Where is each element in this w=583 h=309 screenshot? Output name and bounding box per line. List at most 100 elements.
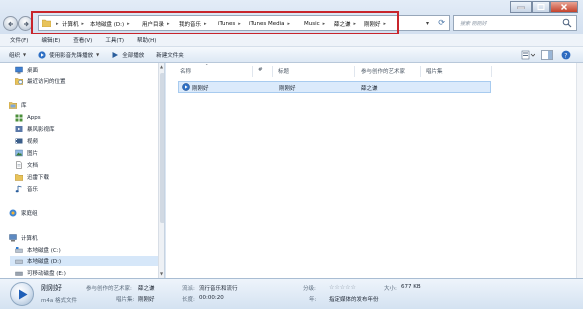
column-divider	[252, 66, 253, 77]
column-header-title[interactable]: 标题	[278, 67, 289, 75]
minimize-button[interactable]	[510, 1, 532, 13]
audio-file-icon	[182, 83, 190, 91]
sidebar-item-homegroup[interactable]: 家庭组	[9, 208, 38, 218]
details-length: 00:00:20	[199, 295, 224, 301]
recent-places-icon	[15, 78, 23, 85]
documents-icon	[16, 161, 22, 169]
play-all-button[interactable]: 全部播放	[111, 51, 144, 59]
sidebar-item-drive-d[interactable]: 本地磁盘 (D:)	[10, 256, 158, 266]
minimize-icon	[517, 6, 525, 9]
forward-arrow-icon	[24, 21, 29, 27]
sidebar-item-thunder-downloads[interactable]: 迅雷下载	[15, 172, 49, 182]
file-name: 刚刚好	[192, 86, 209, 92]
menu-help[interactable]: 帮助(H)	[137, 36, 156, 44]
desktop-icon	[15, 66, 23, 74]
column-divider	[272, 66, 273, 77]
back-button[interactable]	[3, 16, 18, 31]
table-row[interactable]: 刚刚好 刚刚好 薛之谦	[178, 81, 491, 93]
file-list: 名称 ⌃ # 标题 参与创作的艺术家 唱片集 刚刚好 刚刚好 薛之谦	[166, 63, 583, 278]
scroll-up-icon[interactable]: ▲	[160, 64, 163, 69]
details-length-label: 长度:	[182, 297, 195, 303]
sort-indicator-icon: ⌃	[205, 63, 209, 68]
search-input[interactable]: 搜索 刚刚好	[453, 15, 577, 31]
media-thumbnail	[10, 282, 34, 306]
music-icon	[15, 185, 22, 193]
scrollbar-thumb[interactable]	[160, 73, 164, 223]
column-header-artist[interactable]: 参与创作的艺术家	[361, 67, 405, 75]
play-icon	[19, 289, 28, 300]
refresh-icon[interactable]: ⟳	[438, 18, 445, 27]
title-bar: ▸ 计算机 ▸ 本地磁盘 (D:) ▸ 用户目录 ▸ 我的音乐 ▸ iTunes ▸ iT…	[0, 0, 583, 35]
address-highlight-box	[31, 11, 399, 35]
details-album: 刚刚好	[138, 297, 155, 303]
preview-pane-button[interactable]	[541, 50, 553, 60]
computer-icon	[9, 234, 17, 242]
new-folder-button[interactable]: 新建文件夹	[156, 51, 184, 59]
details-genre: 流行音乐和流行	[199, 286, 238, 292]
sidebar-item-recent-places[interactable]: 最近访问的位置	[15, 76, 66, 86]
column-divider	[420, 66, 421, 77]
menu-tools[interactable]: 工具(T)	[105, 36, 124, 44]
close-icon	[560, 3, 568, 11]
sidebar-item-drive-c[interactable]: 本地磁盘 (C:)	[15, 245, 61, 255]
sidebar-item-documents[interactable]: 文档	[15, 160, 38, 170]
details-genre-label: 流派:	[182, 286, 195, 292]
sidebar-item-libraries[interactable]: 库	[9, 100, 27, 110]
navigation-pane: 桌面 最近访问的位置 库 Apps 暴风影视库 视频 图片 文档 迅雷下载 音乐…	[0, 63, 165, 278]
svg-text:?: ?	[564, 52, 567, 59]
organize-label: 组织	[9, 52, 21, 59]
rating-stars[interactable]: ☆☆☆☆☆	[329, 284, 356, 291]
scroll-down-icon[interactable]: ▼	[160, 271, 163, 276]
details-size: 677 KB	[401, 284, 421, 290]
video-icon	[15, 138, 23, 144]
sidebar-item-videos[interactable]: 视频	[15, 136, 38, 146]
details-artist-label: 参与创作的艺术家:	[86, 286, 132, 292]
close-button[interactable]	[550, 1, 578, 13]
details-size-label: 大小:	[384, 286, 397, 292]
sidebar-item-drive-e[interactable]: 可移动磁盘 (E:)	[15, 268, 66, 278]
details-year[interactable]: 指定媒体的发布年份	[329, 295, 379, 303]
chevron-down-icon: ▼	[23, 52, 27, 57]
sidebar-item-apps[interactable]: Apps	[15, 113, 41, 123]
play-icon	[112, 51, 119, 58]
view-options-button[interactable]	[521, 50, 536, 60]
menu-file[interactable]: 文件(F)	[10, 36, 28, 44]
file-title: 刚刚好	[279, 86, 296, 92]
content-scrollbar[interactable]	[576, 63, 583, 278]
maximize-icon	[537, 4, 545, 10]
drive-icon	[15, 259, 23, 264]
menu-edit[interactable]: 编辑(E)	[41, 36, 60, 44]
library-icon	[9, 102, 17, 109]
search-icon	[562, 18, 572, 28]
sidebar-item-music[interactable]: 音乐	[15, 184, 38, 194]
organize-button[interactable]: 组织 ▼	[9, 51, 26, 59]
sidebar-scrollbar[interactable]: ▲ ▼	[158, 63, 164, 278]
file-artist: 薛之谦	[361, 86, 378, 92]
open-with-button[interactable]: 使用影音先锋播放 ▼	[38, 50, 99, 59]
drive-icon	[15, 247, 23, 253]
open-with-label: 使用影音先锋播放	[49, 52, 94, 59]
column-divider	[354, 66, 355, 77]
pictures-icon	[15, 149, 23, 157]
column-header-album[interactable]: 唱片集	[426, 67, 443, 75]
sidebar-item-pictures[interactable]: 图片	[15, 148, 38, 158]
column-header-name[interactable]: 名称	[180, 67, 191, 75]
thunder-download-icon	[15, 174, 23, 181]
removable-drive-icon	[15, 271, 23, 276]
maximize-button[interactable]	[532, 1, 550, 13]
sidebar-item-desktop[interactable]: 桌面	[15, 65, 38, 75]
column-header-number[interactable]: #	[258, 67, 263, 73]
details-album-label: 唱片集:	[116, 297, 135, 303]
details-title: 刚刚好	[41, 284, 62, 292]
column-divider	[491, 66, 492, 77]
details-rating-label: 分级:	[303, 286, 316, 292]
sidebar-item-computer[interactable]: 计算机	[9, 233, 38, 243]
player-icon	[38, 50, 46, 59]
video-library-icon	[15, 126, 23, 132]
menu-view[interactable]: 查看(V)	[73, 36, 92, 44]
help-button[interactable]: ?	[561, 50, 571, 60]
address-dropdown-icon[interactable]: ▾	[426, 20, 429, 27]
details-pane: 刚刚好 m4a 格式文件 参与创作的艺术家: 薛之谦 唱片集: 刚刚好 流派: …	[0, 278, 583, 309]
sidebar-item-video-library[interactable]: 暴风影视库	[15, 124, 55, 134]
play-all-label: 全部播放	[122, 52, 145, 59]
